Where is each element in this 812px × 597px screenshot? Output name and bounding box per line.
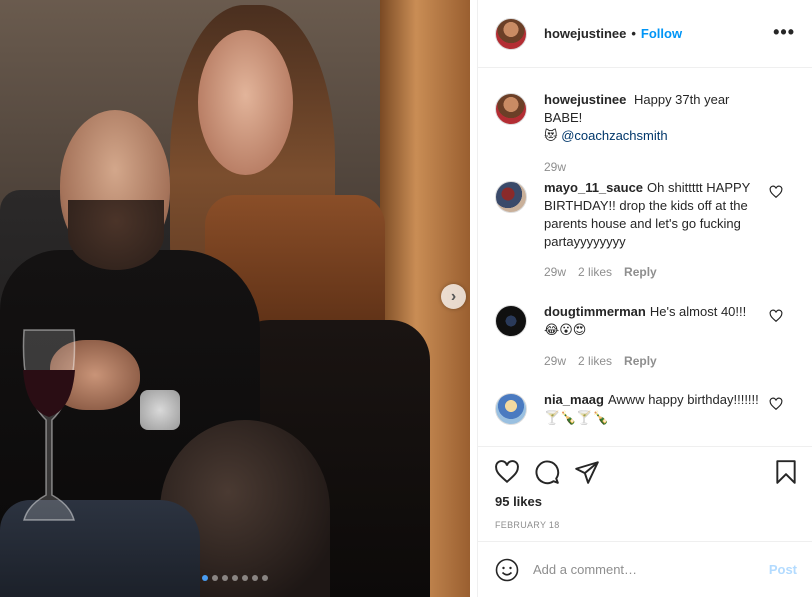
like-heart-icon[interactable]: [494, 459, 520, 485]
post-date[interactable]: FEBRUARY 18: [495, 520, 560, 530]
heart-icon[interactable]: [769, 309, 783, 323]
comment-likes[interactable]: 2 likes: [578, 263, 612, 281]
comment-body: dougtimmerman He's almost 40!!! 😂😮😍 29w 2…: [544, 303, 769, 370]
carousel-indicator: [202, 575, 268, 581]
reply-button[interactable]: Reply: [624, 263, 657, 281]
carousel-dot: [242, 575, 248, 581]
caption-username[interactable]: howejustinee: [544, 92, 626, 107]
comment-item: nia_maag Awww happy birthday!!!!!!! 🍸🍾🍸🍾: [495, 391, 795, 428]
carousel-dot: [232, 575, 238, 581]
more-options-icon[interactable]: •••: [773, 22, 795, 43]
comment-meta: 29w 2 likes Reply: [544, 263, 769, 281]
likes-count[interactable]: 95 likes: [495, 494, 542, 509]
comment-likes[interactable]: 2 likes: [578, 352, 612, 370]
caption-body: howejustinee Happy 37th year BABE! 😻 @co…: [544, 91, 769, 176]
comment-avatar[interactable]: [495, 393, 527, 425]
comment-username[interactable]: nia_maag: [544, 392, 604, 407]
carousel-dot: [262, 575, 268, 581]
post-actions: 95 likes FEBRUARY 18: [478, 446, 812, 540]
caption-time[interactable]: 29w: [544, 158, 566, 176]
heart-icon[interactable]: [769, 397, 783, 411]
emoji-icon[interactable]: [495, 558, 519, 582]
post-panel: howejustinee • Follow ••• howejustinee H…: [477, 0, 812, 597]
comment-body: nia_maag Awww happy birthday!!!!!!! 🍸🍾🍸🍾: [544, 391, 769, 428]
share-icon[interactable]: [574, 459, 600, 485]
comment-item: dougtimmerman He's almost 40!!! 😂😮😍 29w 2…: [495, 303, 795, 370]
author-username[interactable]: howejustinee: [544, 26, 626, 41]
bookmark-icon[interactable]: [773, 459, 799, 485]
follow-button[interactable]: Follow: [641, 26, 682, 41]
comment-icon[interactable]: [534, 459, 560, 485]
post-button[interactable]: Post: [769, 562, 797, 577]
comment-text: He's almost 40!!!: [649, 304, 747, 319]
caption-emoji: 😻: [544, 129, 558, 144]
wine-glass: [22, 329, 76, 521]
post-header: howejustinee • Follow •••: [478, 0, 812, 68]
comment-username[interactable]: dougtimmerman: [544, 304, 646, 319]
photo-man-beard: [68, 200, 164, 270]
comment-meta: 29w 2 likes Reply: [544, 352, 769, 370]
comment-time[interactable]: 29w: [544, 352, 566, 370]
comment-avatar[interactable]: [495, 181, 527, 213]
author-avatar[interactable]: [495, 17, 527, 50]
comment-text: Awww happy birthday!!!!!!!: [607, 392, 759, 407]
photo-woman-face: [198, 30, 293, 175]
carousel-dot: [252, 575, 258, 581]
caption-mention[interactable]: @coachzachsmith: [561, 128, 667, 143]
chevron-right-icon: ›: [450, 287, 457, 305]
comment-emoji: 🍸🍾🍸🍾: [544, 411, 609, 426]
carousel-dot: [222, 575, 228, 581]
caption-meta: 29w: [544, 158, 769, 176]
carousel-next-button[interactable]: ›: [441, 284, 466, 309]
comment-item: mayo_11_sauce Oh shittttt HAPPY BIRTHDAY!…: [495, 179, 795, 281]
comment-body: mayo_11_sauce Oh shittttt HAPPY BIRTHDAY!…: [544, 179, 769, 281]
post-photo[interactable]: ›: [0, 0, 470, 597]
comment-username[interactable]: mayo_11_sauce: [544, 180, 643, 195]
caption: howejustinee Happy 37th year BABE! 😻 @co…: [495, 91, 795, 176]
comments-list[interactable]: howejustinee Happy 37th year BABE! 😻 @co…: [478, 69, 812, 446]
photo-watch: [140, 390, 180, 430]
comment-avatar[interactable]: [495, 305, 527, 337]
caption-avatar[interactable]: [495, 93, 527, 125]
heart-icon[interactable]: [769, 185, 783, 199]
carousel-dot: [202, 575, 208, 581]
header-separator: •: [631, 26, 636, 41]
comment-time[interactable]: 29w: [544, 263, 566, 281]
action-icons: [494, 459, 600, 485]
comment-input[interactable]: [533, 562, 753, 577]
reply-button[interactable]: Reply: [624, 352, 657, 370]
comment-composer: Post: [478, 541, 812, 597]
comment-emoji: 😂😮😍: [544, 323, 587, 338]
carousel-dot: [212, 575, 218, 581]
